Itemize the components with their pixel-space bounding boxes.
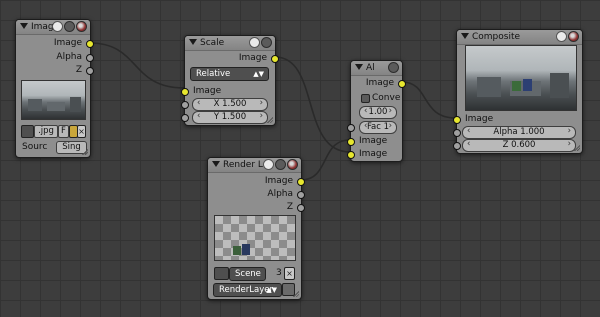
image-fake-user-button[interactable]: F	[58, 125, 69, 138]
scene-users-count: 3	[276, 268, 282, 278]
render-layer-value: RenderLayer	[219, 285, 273, 295]
rl-output-alpha-socket[interactable]	[297, 191, 305, 199]
resize-handle[interactable]	[266, 116, 273, 123]
output-image-label: Image	[53, 38, 82, 48]
render-cube-green	[233, 246, 241, 255]
scale-x-field[interactable]: X 1.500	[192, 98, 268, 111]
alpha-over-output-label: Image	[365, 78, 394, 88]
alpha-over-output-socket[interactable]	[398, 80, 406, 88]
scale-node-title: Scale	[200, 38, 225, 48]
minimize-icon[interactable]	[261, 37, 272, 48]
resize-handle[interactable]	[573, 144, 580, 151]
dropdown-arrow-icon: ▲▼	[266, 286, 277, 294]
composite-alpha-socket[interactable]	[453, 129, 461, 137]
link-image-to-scale	[89, 42, 185, 89]
image-node[interactable]: Image Image Alpha Z .jpg F × Sourc Sing	[15, 19, 94, 158]
collapse-triangle-icon[interactable]	[461, 32, 469, 39]
hide-sockets-icon[interactable]	[249, 37, 260, 48]
alpha-over-input2-label: Image	[359, 149, 388, 159]
source-value: Sing	[62, 142, 81, 152]
collapse-triangle-icon[interactable]	[212, 160, 220, 167]
composite-preview	[465, 45, 577, 111]
scale-space-dropdown[interactable]: Relative ▲▼	[190, 67, 269, 81]
scene-name: Scene	[235, 269, 261, 279]
output-alpha-socket[interactable]	[86, 54, 94, 62]
composite-alpha-field[interactable]: Alpha 1.000	[462, 126, 576, 139]
output-image-socket[interactable]	[86, 40, 94, 48]
alpha-over-input1-label: Image	[359, 136, 388, 146]
scale-space-value: Relative	[196, 69, 231, 79]
alpha-over-node-header[interactable]: Al	[351, 61, 402, 76]
link-scale-to-alphaover	[274, 56, 351, 153]
resize-handle[interactable]	[292, 290, 299, 297]
scale-node-header[interactable]: Scale	[185, 36, 275, 51]
rl-output-image-label: Image	[264, 176, 293, 186]
render-layer-dropdown[interactable]: RenderLayer ▲▼	[213, 283, 282, 297]
composite-node-header[interactable]: Composite	[457, 30, 582, 45]
convert-premul-checkbox[interactable]	[361, 94, 370, 103]
alpha-over-input2-socket[interactable]	[347, 151, 355, 159]
image-filename-field[interactable]: .jpg	[34, 125, 58, 138]
convert-premul-label: Conve	[372, 93, 401, 103]
collapse-triangle-icon[interactable]	[20, 22, 28, 29]
minimize-icon[interactable]	[64, 21, 75, 32]
composite-node[interactable]: Composite Image Alpha 1.000 Z 0.600	[453, 29, 583, 154]
collapse-triangle-icon[interactable]	[355, 63, 363, 70]
composite-cube-green	[512, 81, 522, 92]
scale-y-socket[interactable]	[181, 114, 189, 122]
resize-handle[interactable]	[81, 148, 88, 155]
composite-z-socket[interactable]	[453, 142, 461, 150]
scale-x-socket[interactable]	[181, 101, 189, 109]
image-browse-icon[interactable]	[21, 125, 34, 138]
preview-toggle-icon[interactable]	[76, 21, 87, 32]
composite-z-field[interactable]: Z 0.600	[462, 139, 576, 152]
scene-field[interactable]: Scene	[229, 267, 266, 281]
output-z-label: Z	[75, 65, 82, 75]
scale-output-socket[interactable]	[271, 55, 279, 63]
render-cube-blue	[242, 244, 250, 255]
premul-field[interactable]: 1.00	[359, 106, 397, 119]
scale-y-field[interactable]: Y 1.500	[192, 111, 268, 124]
composite-input-label: Image	[465, 114, 494, 124]
composite-cube-blue	[523, 79, 533, 92]
alpha-over-input1-socket[interactable]	[347, 138, 355, 146]
scale-node[interactable]: Scale Image Relative ▲▼ Image X 1.500 Y 1…	[181, 35, 279, 126]
rl-output-alpha-label: Alpha	[267, 189, 293, 199]
scene-browse-icon[interactable]	[214, 267, 229, 280]
composite-node-title: Composite	[472, 32, 521, 42]
preview-toggle-icon[interactable]	[287, 159, 298, 170]
collapse-triangle-icon[interactable]	[189, 38, 197, 45]
rl-output-image-socket[interactable]	[297, 178, 305, 186]
rl-output-z-socket[interactable]	[297, 204, 305, 212]
rl-output-z-label: Z	[286, 202, 293, 212]
alpha-over-node[interactable]: Al Image Conve 1.00 Fac 1 Image Image	[347, 60, 406, 162]
link-alphaover-to-composite	[401, 81, 457, 119]
scale-output-label: Image	[238, 53, 267, 63]
source-label: Sourc	[22, 142, 48, 152]
fac-field[interactable]: Fac 1	[359, 121, 397, 134]
image-node-header[interactable]: Image	[16, 20, 90, 35]
composite-input-socket[interactable]	[453, 116, 461, 124]
scale-input-label: Image	[193, 86, 222, 96]
minimize-icon[interactable]	[388, 62, 399, 73]
image-unlink-icon[interactable]: ×	[77, 125, 86, 138]
scene-unlink-icon[interactable]: ×	[284, 267, 295, 280]
render-preview	[214, 215, 296, 261]
render-layers-node[interactable]: Render Lay Image Alpha Z Scene 3 × Rende…	[207, 157, 305, 300]
hide-sockets-icon[interactable]	[263, 159, 274, 170]
dropdown-arrow-icon: ▲▼	[253, 70, 264, 78]
hide-sockets-icon[interactable]	[556, 31, 567, 42]
minimize-icon[interactable]	[275, 159, 286, 170]
output-z-socket[interactable]	[86, 67, 94, 75]
alpha-over-node-title: Al	[366, 63, 375, 73]
image-preview	[21, 80, 86, 120]
link-renderlayer-to-alphaover	[300, 139, 351, 181]
preview-toggle-icon[interactable]	[568, 31, 579, 42]
render-layers-node-header[interactable]: Render Lay	[208, 158, 301, 173]
hide-sockets-icon[interactable]	[52, 21, 63, 32]
output-alpha-label: Alpha	[56, 52, 82, 62]
scale-input-socket[interactable]	[181, 88, 189, 96]
fac-socket[interactable]	[347, 124, 355, 132]
